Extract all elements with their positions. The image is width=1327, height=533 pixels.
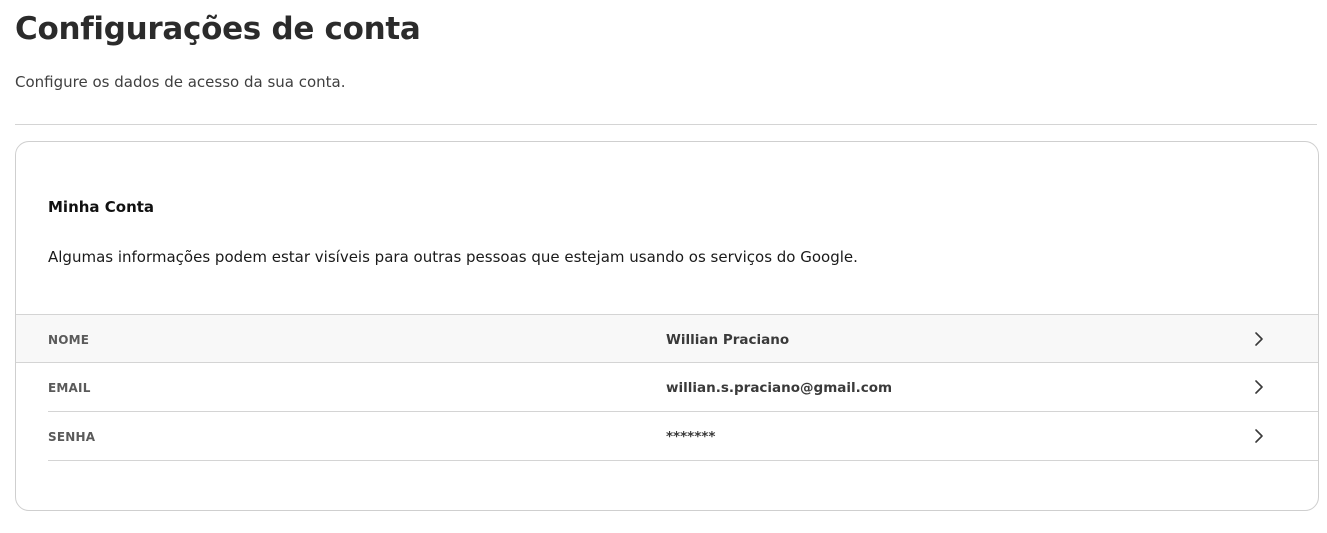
chevron-right-icon[interactable]	[1252, 379, 1266, 395]
my-account-card: Minha Conta Algumas informações podem es…	[15, 141, 1319, 511]
password-row[interactable]: SENHA *******	[16, 412, 1318, 461]
password-label: SENHA	[48, 430, 96, 444]
header-divider	[15, 124, 1317, 125]
account-settings-page: Configurações de conta Configure os dado…	[0, 0, 1327, 533]
email-row[interactable]: EMAIL willian.s.praciano@gmail.com	[16, 363, 1318, 412]
chevron-right-icon[interactable]	[1252, 428, 1266, 444]
card-title: Minha Conta	[48, 198, 155, 216]
name-value: Willian Praciano	[666, 332, 790, 348]
page-title: Configurações de conta	[15, 11, 421, 47]
password-value: *******	[666, 429, 716, 445]
chevron-right-icon[interactable]	[1252, 331, 1266, 347]
email-value: willian.s.praciano@gmail.com	[666, 380, 893, 396]
card-description: Algumas informações podem estar visíveis…	[48, 248, 858, 266]
page-subtitle: Configure os dados de acesso da sua cont…	[15, 73, 346, 91]
account-fields-list: NOME Willian Praciano EMAIL willian.s.pr…	[16, 314, 1318, 461]
email-label: EMAIL	[48, 381, 91, 395]
name-label: NOME	[48, 333, 90, 347]
name-row[interactable]: NOME Willian Praciano	[16, 314, 1318, 363]
